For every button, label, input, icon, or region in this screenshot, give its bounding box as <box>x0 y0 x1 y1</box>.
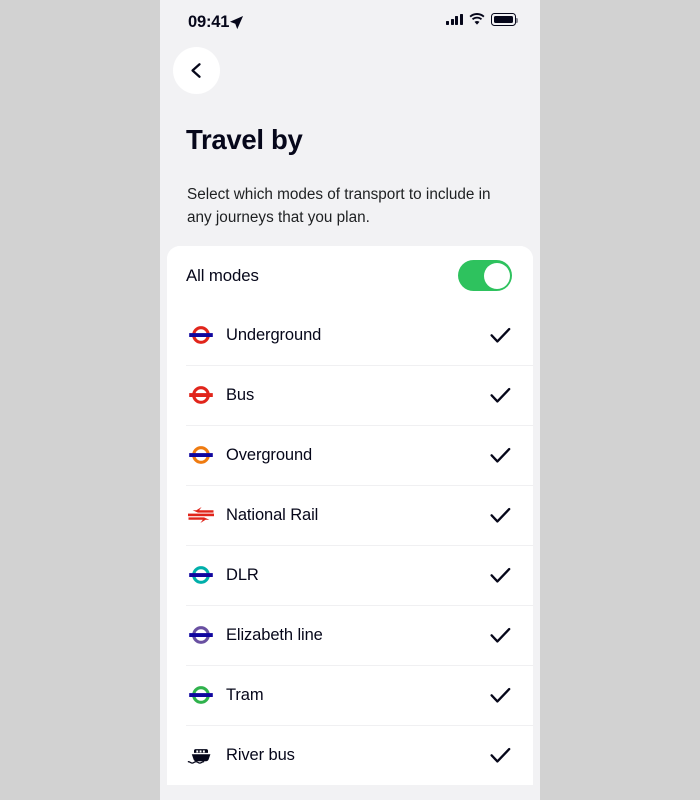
cellular-signal-icon <box>446 13 463 26</box>
checkmark-icon <box>489 627 510 643</box>
checkmark-icon <box>489 687 510 703</box>
mode-checkmark[interactable] <box>488 327 512 344</box>
location-arrow-icon <box>229 15 244 35</box>
national-rail-double-arrow-icon <box>186 505 216 525</box>
mode-row[interactable]: Elizabeth line <box>167 605 533 665</box>
battery-full-icon <box>491 13 519 26</box>
river-bus-boat-icon <box>186 745 216 765</box>
modes-card: All modes Underground Bus Overground Nation… <box>167 246 533 785</box>
mode-row[interactable]: Tram <box>167 665 533 725</box>
mode-label: Overground <box>226 445 313 464</box>
mode-checkmark[interactable] <box>488 687 512 704</box>
status-bar: 09:41 <box>160 0 540 44</box>
all-modes-label: All modes <box>186 265 259 285</box>
mode-checkmark[interactable] <box>488 627 512 644</box>
status-bar-time: 09:41 <box>188 13 230 31</box>
bus-roundel-icon <box>186 384 216 406</box>
mode-list: Underground Bus Overground National Rail DLR… <box>167 305 533 785</box>
page-subtitle: Select which modes of transport to inclu… <box>187 186 491 226</box>
back-button[interactable] <box>173 47 220 94</box>
page-title: Travel by <box>186 124 303 155</box>
mode-row[interactable]: National Rail <box>167 485 533 545</box>
all-modes-row[interactable]: All modes <box>167 246 533 305</box>
mode-label: Bus <box>226 385 255 404</box>
mode-checkmark[interactable] <box>488 447 512 464</box>
toggle-knob <box>483 262 510 289</box>
mode-row[interactable]: Bus <box>167 365 533 425</box>
checkmark-icon <box>489 447 510 463</box>
mode-label: DLR <box>226 565 259 584</box>
status-bar-indicators <box>446 13 519 26</box>
mode-checkmark[interactable] <box>488 567 512 584</box>
checkmark-icon <box>489 567 510 583</box>
mode-label: Tram <box>226 685 264 704</box>
mode-checkmark[interactable] <box>488 387 512 404</box>
underground-roundel-icon <box>186 324 216 346</box>
mode-label: Underground <box>226 325 322 344</box>
wifi-icon <box>469 13 485 25</box>
checkmark-icon <box>489 747 510 763</box>
overground-roundel-icon <box>186 444 216 466</box>
dlr-roundel-icon <box>186 564 216 586</box>
all-modes-toggle[interactable] <box>458 260 512 291</box>
mode-row[interactable]: Overground <box>167 425 533 485</box>
checkmark-icon <box>489 327 510 343</box>
checkmark-icon <box>489 387 510 403</box>
checkmark-icon <box>489 507 510 523</box>
mode-row[interactable]: DLR <box>167 545 533 605</box>
chevron-left-icon <box>191 63 201 78</box>
elizabeth-line-roundel-icon <box>186 624 216 646</box>
mode-row[interactable]: Underground <box>167 305 533 365</box>
mode-label: River bus <box>226 745 295 764</box>
tram-roundel-icon <box>186 684 216 706</box>
mode-label: National Rail <box>226 505 319 524</box>
mode-checkmark[interactable] <box>488 747 512 764</box>
mode-checkmark[interactable] <box>488 507 512 524</box>
mode-row[interactable]: River bus <box>167 725 533 785</box>
mode-label: Elizabeth line <box>226 625 323 644</box>
